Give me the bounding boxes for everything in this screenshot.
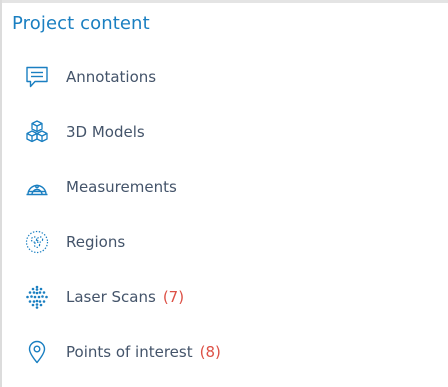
content-item-label: Laser Scans (66, 288, 156, 306)
item-count-badge: (7) (162, 288, 185, 306)
cubes-icon (24, 119, 50, 145)
annotation-icon (24, 64, 50, 90)
content-item-laser-scans[interactable]: Laser Scans (7) (24, 282, 184, 312)
location-pin-icon (24, 339, 50, 365)
content-item-regions[interactable]: Regions (24, 227, 125, 257)
content-item-label: Points of interest (66, 343, 193, 361)
panel-title: Project content (12, 13, 150, 34)
content-item-label: Measurements (66, 178, 177, 196)
measurement-icon (24, 174, 50, 200)
regions-icon (24, 229, 50, 255)
laser-scan-icon (24, 284, 50, 310)
content-item-annotations[interactable]: Annotations (24, 62, 156, 92)
content-item-points-of-interest[interactable]: Points of interest (8) (24, 337, 221, 367)
project-content-panel: Project content Annotations 3D Models Me… (2, 3, 448, 387)
content-item-label: 3D Models (66, 123, 145, 141)
content-item-label: Regions (66, 233, 126, 251)
content-item-measurements[interactable]: Measurements (24, 172, 177, 202)
content-item-label: Annotations (66, 68, 157, 86)
content-item-3d-models[interactable]: 3D Models (24, 117, 145, 147)
item-count-badge: (8) (199, 343, 221, 361)
